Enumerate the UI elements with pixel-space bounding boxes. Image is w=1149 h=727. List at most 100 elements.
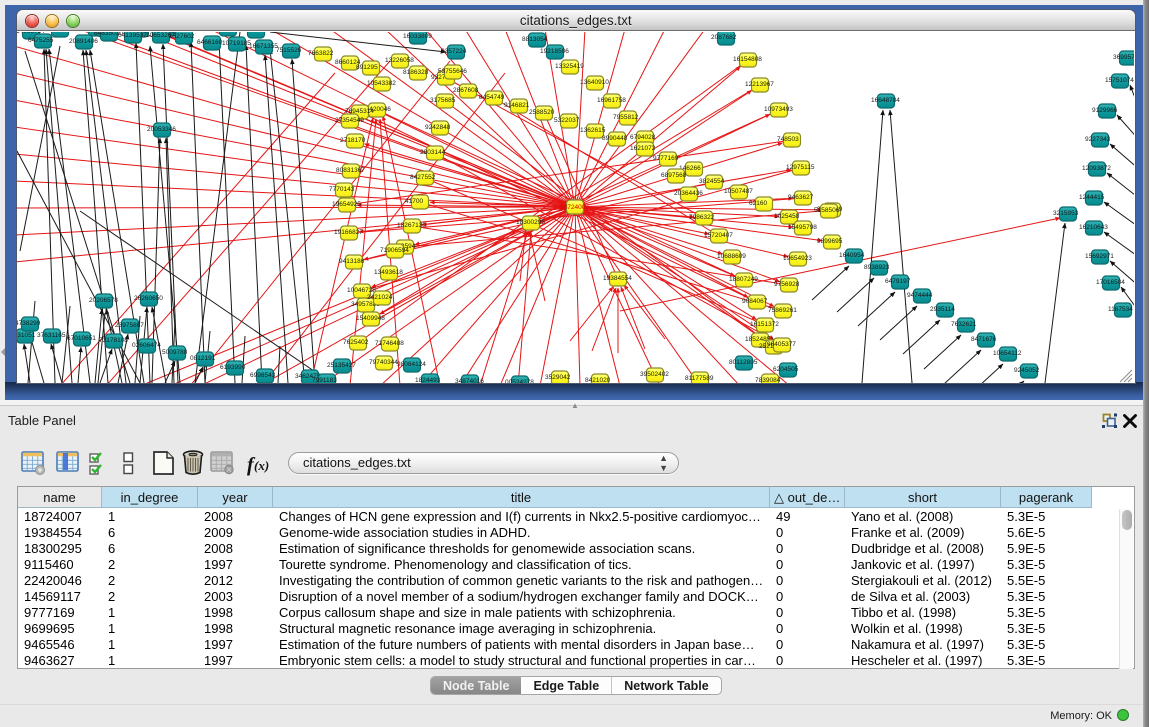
svg-text:16151372: 16151372 bbox=[750, 321, 779, 328]
svg-text:5158506: 5158506 bbox=[814, 207, 840, 214]
svg-text:7955812: 7955812 bbox=[613, 114, 639, 121]
svg-text:1527602: 1527602 bbox=[169, 33, 195, 40]
svg-text:39502402: 39502402 bbox=[640, 371, 669, 378]
svg-text:1031051: 1031051 bbox=[17, 332, 36, 339]
svg-text:16033809: 16033809 bbox=[403, 33, 432, 40]
svg-text:8427552: 8427552 bbox=[410, 174, 436, 181]
svg-text:23975867: 23975867 bbox=[115, 322, 144, 329]
svg-text:1824493: 1824493 bbox=[415, 377, 441, 383]
svg-text:9357224: 9357224 bbox=[441, 48, 467, 55]
svg-text:12975115: 12975115 bbox=[786, 164, 815, 171]
svg-text:37631165: 37631165 bbox=[37, 332, 66, 339]
svg-text:13493618: 13493618 bbox=[374, 269, 403, 276]
svg-text:7632621: 7632621 bbox=[951, 321, 977, 328]
svg-text:2803144: 2803144 bbox=[420, 149, 446, 156]
svg-text:36995777: 36995777 bbox=[1113, 54, 1134, 61]
svg-text:02606474: 02606474 bbox=[132, 342, 161, 349]
svg-text:7515526: 7515526 bbox=[276, 47, 302, 54]
svg-text:80831367: 80831367 bbox=[336, 167, 365, 174]
svg-text:20891406: 20891406 bbox=[69, 38, 98, 45]
svg-text:20053346: 20053346 bbox=[147, 126, 176, 133]
svg-text:7770143: 7770143 bbox=[329, 186, 355, 193]
svg-text:16648784: 16648784 bbox=[871, 97, 900, 104]
svg-text:8421020: 8421020 bbox=[585, 377, 611, 383]
svg-text:18807249: 18807249 bbox=[729, 276, 758, 283]
svg-text:10654112: 10654112 bbox=[993, 350, 1022, 357]
svg-text:3824554: 3824554 bbox=[699, 178, 725, 185]
svg-text:20206578: 20206578 bbox=[89, 297, 118, 304]
svg-text:1025458: 1025458 bbox=[774, 213, 800, 220]
svg-text:9242848: 9242848 bbox=[425, 124, 451, 131]
svg-text:62160: 62160 bbox=[749, 200, 767, 207]
svg-text:75869261: 75869261 bbox=[768, 307, 797, 314]
svg-text:1167534: 1167534 bbox=[1108, 306, 1133, 313]
svg-text:6998543: 6998543 bbox=[250, 372, 276, 379]
svg-text:891295: 891295 bbox=[356, 64, 378, 71]
svg-text:9899695: 9899695 bbox=[817, 238, 843, 245]
svg-text:0433218: 0433218 bbox=[45, 32, 71, 33]
svg-text:67010651: 67010651 bbox=[67, 335, 96, 342]
svg-text:10719185: 10719185 bbox=[222, 40, 251, 47]
svg-text:9413186: 9413186 bbox=[339, 258, 365, 265]
svg-text:34874016: 34874016 bbox=[455, 378, 484, 383]
svg-text:10973493: 10973493 bbox=[764, 106, 793, 113]
svg-text:10046728: 10046728 bbox=[347, 287, 376, 294]
svg-text:6475255: 6475255 bbox=[28, 37, 54, 44]
svg-text:19166827: 19166827 bbox=[334, 229, 363, 236]
svg-text:71746488: 71746488 bbox=[375, 340, 404, 347]
svg-text:15720407: 15720407 bbox=[704, 232, 733, 239]
svg-text:5009788: 5009788 bbox=[162, 349, 188, 356]
svg-text:98084124: 98084124 bbox=[397, 361, 426, 368]
svg-text:7839084: 7839084 bbox=[755, 377, 781, 383]
svg-text:19384554: 19384554 bbox=[603, 275, 632, 282]
svg-text:18724007: 18724007 bbox=[560, 204, 589, 211]
svg-text:9463627: 9463627 bbox=[788, 194, 814, 201]
svg-text:7986322: 7986322 bbox=[689, 214, 715, 221]
svg-text:27354549: 27354549 bbox=[335, 117, 364, 124]
svg-text:748503: 748503 bbox=[777, 136, 799, 143]
svg-text:26260650: 26260650 bbox=[134, 295, 163, 302]
svg-text:6466160: 6466160 bbox=[197, 39, 223, 46]
svg-text:71906594: 71906594 bbox=[380, 247, 409, 254]
svg-text:3175685: 3175685 bbox=[430, 97, 456, 104]
svg-text:25135427: 25135427 bbox=[327, 362, 356, 369]
svg-text:9756928: 9756928 bbox=[774, 281, 800, 288]
svg-text:19654923: 19654923 bbox=[783, 255, 812, 262]
svg-text:20364436: 20364436 bbox=[674, 190, 703, 197]
svg-text:18267130: 18267130 bbox=[397, 222, 426, 229]
svg-text:10507487: 10507487 bbox=[724, 188, 753, 195]
svg-text:53755646: 53755646 bbox=[438, 68, 467, 75]
svg-text:2421024: 2421024 bbox=[367, 294, 393, 301]
svg-text:1244415: 1244415 bbox=[1079, 194, 1105, 201]
svg-text:6479197: 6479197 bbox=[885, 278, 911, 285]
svg-text:12093872: 12093872 bbox=[1082, 165, 1111, 172]
svg-text:16961758: 16961758 bbox=[597, 97, 626, 104]
svg-text:8471676: 8471676 bbox=[971, 336, 997, 343]
svg-text:15692971: 15692971 bbox=[1085, 253, 1114, 260]
svg-text:2718170: 2718170 bbox=[340, 137, 366, 144]
svg-text:19654925: 19654925 bbox=[332, 201, 361, 208]
svg-text:19218506: 19218506 bbox=[540, 48, 569, 55]
svg-text:13226058: 13226058 bbox=[385, 57, 414, 64]
svg-text:7625402: 7625402 bbox=[343, 339, 369, 346]
svg-text:7663822: 7663822 bbox=[308, 50, 334, 57]
svg-text:3529042: 3529042 bbox=[545, 374, 571, 381]
svg-text:8938923: 8938923 bbox=[864, 264, 890, 271]
svg-text:16671355: 16671355 bbox=[249, 43, 278, 50]
svg-text:5322037: 5322037 bbox=[554, 117, 580, 124]
svg-text:10543382: 10543382 bbox=[367, 80, 396, 87]
svg-text:41700: 41700 bbox=[405, 198, 423, 205]
svg-text:1640954: 1640954 bbox=[839, 252, 865, 259]
svg-text:10688609: 10688609 bbox=[717, 253, 746, 260]
svg-text:00524278: 00524278 bbox=[505, 379, 534, 383]
svg-text:0812191: 0812191 bbox=[190, 355, 216, 362]
svg-text:16154808: 16154808 bbox=[733, 56, 762, 63]
svg-text:8454749: 8454749 bbox=[479, 94, 505, 101]
svg-text:2087682: 2087682 bbox=[711, 34, 737, 41]
svg-text:1362615: 1362615 bbox=[580, 127, 606, 134]
svg-text:9227343: 9227343 bbox=[1085, 136, 1111, 143]
svg-text:9146821: 9146821 bbox=[504, 102, 530, 109]
svg-text:7991183: 7991183 bbox=[312, 377, 337, 383]
svg-text:9084067: 9084067 bbox=[742, 298, 768, 305]
svg-text:80112805: 80112805 bbox=[729, 359, 758, 366]
